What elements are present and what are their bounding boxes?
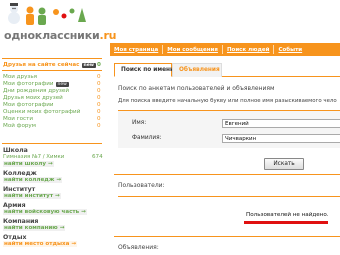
top-navigation: Моя страница Мои сообщения Поиск людей С… — [110, 43, 340, 56]
sidebar-item-photos-new[interactable]: Мои фотографии new — [3, 81, 69, 87]
sidebar-item-friends-of-friends[interactable]: Друзья моих друзей — [3, 95, 63, 101]
find-army-link[interactable]: найти войсковую часть → — [3, 209, 87, 215]
guests-count: 0 — [97, 116, 101, 122]
search-form: Имя: Фамилия: — [118, 110, 340, 148]
users-results: Пользователи: — [114, 174, 340, 234]
friends-online-count: 0 — [97, 62, 101, 68]
friends-of-friends-count: 0 — [97, 95, 101, 101]
nav-my-messages[interactable]: Мои сообщения — [163, 47, 222, 53]
main-content: Поиск по имени Объявления Поиск по анкет… — [110, 58, 340, 255]
search-tabs: Поиск по имени Объявления — [114, 63, 340, 77]
forum-count: 0 — [97, 123, 101, 129]
ads-title: Объявления: — [118, 244, 159, 251]
tab-search-by-name[interactable]: Поиск по имени — [114, 63, 174, 77]
sidebar-item-photos[interactable]: Мои фотографии — [3, 102, 54, 108]
search-button[interactable]: Искать — [264, 158, 304, 170]
birthdays-count: 0 — [97, 88, 101, 94]
find-college-link[interactable]: найти колледж → — [3, 177, 63, 183]
name-input[interactable] — [222, 119, 340, 128]
sidebar-divider — [2, 70, 102, 71]
section-college: Колледж — [3, 170, 37, 177]
section-rest: Отдых — [3, 234, 27, 241]
sidebar-item-guests[interactable]: Мои гости — [3, 116, 33, 122]
sidebar-friends-online[interactable]: Друзья на сайте сейчас new — [3, 62, 96, 68]
search-hint: Для поиска введите начальную букву или п… — [118, 98, 337, 104]
highlight-underline — [244, 221, 328, 224]
search-heading: Поиск по анкетам пользователей и объявле… — [118, 85, 275, 92]
find-school-link[interactable]: найти школу → — [3, 161, 54, 167]
nav-my-page[interactable]: Моя страница — [110, 47, 162, 53]
no-users-message: Пользователей не найдено. — [246, 212, 329, 218]
section-army: Армия — [3, 202, 26, 209]
sidebar-item-forum[interactable]: Мой форум — [3, 123, 36, 129]
section-company: Компания — [3, 218, 39, 225]
school-item[interactable]: Гимназия №7 / Химки — [3, 154, 64, 160]
new-badge: new — [55, 82, 69, 87]
nav-events[interactable]: Событи — [274, 47, 306, 53]
sidebar: Друзья на сайте сейчас new 0 Мои друзья 0… — [0, 58, 104, 255]
name-label: Имя: — [132, 120, 147, 126]
find-company-link[interactable]: найти компанию → — [3, 225, 66, 231]
site-logo[interactable]: одноклассники.ru — [2, 2, 117, 42]
photo-ratings-count: 0 — [97, 109, 101, 115]
ads-results: Объявления: — [114, 236, 340, 255]
sidebar-item-photo-ratings[interactable]: Оценки моих фотографий — [3, 109, 80, 115]
section-school: Школа — [3, 147, 28, 154]
sidebar-item-friends[interactable]: Мои друзья — [3, 74, 37, 80]
surname-input[interactable] — [222, 134, 340, 143]
photos-count: 0 — [97, 102, 101, 108]
sidebar-divider — [2, 58, 102, 59]
surname-label: Фамилия: — [132, 135, 162, 141]
sidebar-item-birthdays[interactable]: Дни рождения друзей — [3, 88, 69, 94]
sidebar-divider — [2, 143, 102, 144]
nav-people-search[interactable]: Поиск людей — [223, 47, 274, 53]
tab-ads[interactable]: Объявления — [172, 63, 222, 77]
school-item-count: 674 — [92, 154, 103, 160]
logo-text: одноклассники.ru — [4, 29, 117, 42]
find-rest-link[interactable]: найти место отдыха → — [3, 241, 78, 247]
new-badge: new — [81, 63, 96, 68]
logo-figures-icon — [8, 3, 86, 25]
friends-count: 0 — [97, 74, 101, 80]
users-title: Пользователи: — [118, 182, 165, 189]
photos-new-count: 0 — [97, 81, 101, 87]
find-institute-link[interactable]: найти институт → — [3, 193, 61, 199]
section-institute: Институт — [3, 186, 36, 193]
